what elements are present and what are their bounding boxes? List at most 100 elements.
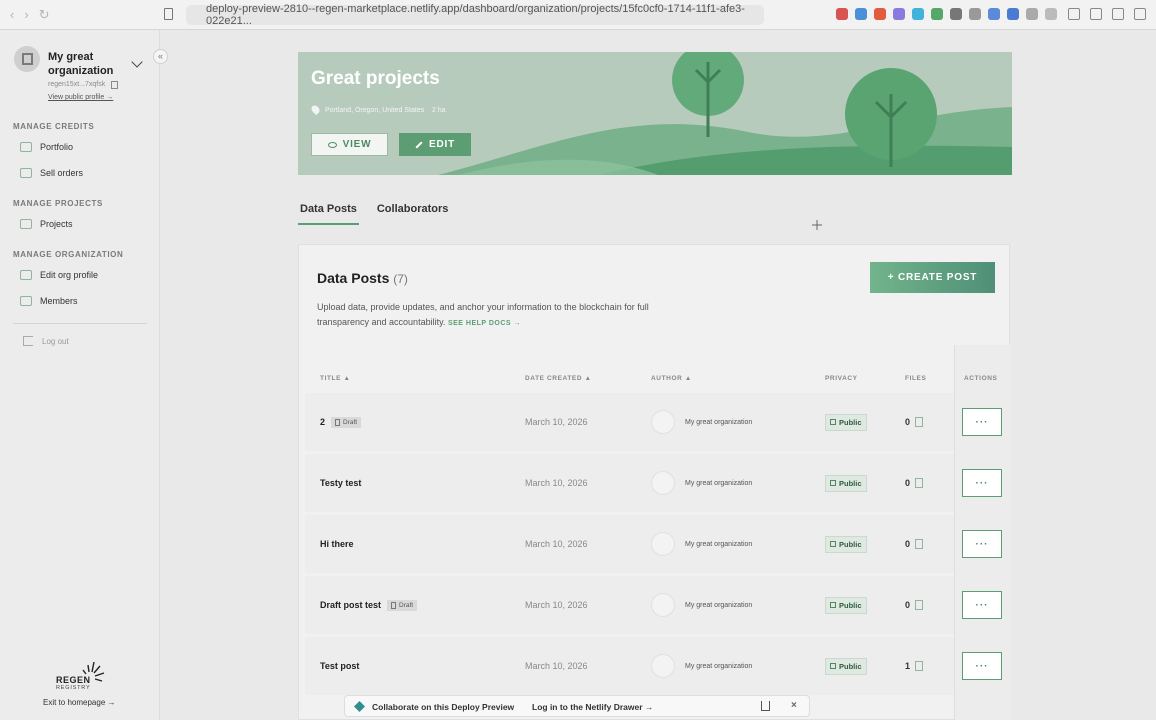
post-title[interactable]: Test post: [320, 637, 359, 695]
sidebar-item-members[interactable]: Members: [20, 296, 78, 306]
tab-collaborators[interactable]: Collaborators: [375, 200, 451, 225]
edit-project-button[interactable]: EDIT: [399, 133, 471, 156]
post-author: My great organization: [651, 637, 752, 695]
post-privacy: Public: [825, 637, 867, 695]
cart-icon: [20, 168, 32, 178]
sidebar-toggle-icon[interactable]: [1068, 8, 1080, 20]
section-manage-organization: MANAGE ORGANIZATION: [13, 250, 124, 259]
table-row[interactable]: Testy test March 10, 2026 My great organiz…: [305, 454, 954, 512]
post-count: (7): [393, 272, 408, 286]
view-public-profile-link[interactable]: View public profile →: [48, 94, 113, 101]
document-icon: [335, 418, 341, 426]
extension-icon[interactable]: [950, 8, 962, 20]
file-count: 0: [905, 478, 911, 488]
bookmark-icon[interactable]: [164, 8, 173, 20]
forward-icon[interactable]: ›: [24, 7, 28, 23]
sidebar-item-edit-org-profile[interactable]: Edit org profile: [20, 270, 98, 280]
post-files: 0: [905, 454, 924, 512]
extension-icon[interactable]: [1045, 8, 1057, 20]
edit-profile-icon: [20, 270, 32, 280]
public-badge: Public: [825, 535, 867, 553]
row-actions-button[interactable]: ···: [962, 408, 1002, 436]
column-header-label: AUTHOR: [651, 375, 683, 382]
post-title[interactable]: Testy test: [320, 454, 361, 512]
projects-icon: [20, 219, 32, 229]
post-files: 0: [905, 576, 924, 634]
sidebar-item-label: Members: [40, 296, 78, 306]
author-avatar: [651, 471, 675, 495]
extension-icon[interactable]: [836, 8, 848, 20]
author-name: My great organization: [685, 662, 753, 670]
close-icon[interactable]: ×: [791, 700, 797, 711]
copy-icon[interactable]: [111, 81, 118, 89]
download-icon[interactable]: [1090, 8, 1102, 20]
privacy-label: Public: [839, 600, 862, 610]
post-title-text: 2: [320, 417, 326, 427]
author-avatar: [651, 593, 675, 617]
share-icon[interactable]: [761, 701, 770, 711]
chevron-down-icon[interactable]: [131, 56, 143, 68]
sidebar-item-projects[interactable]: Projects: [20, 219, 73, 229]
extension-icon[interactable]: [893, 8, 905, 20]
column-header-title[interactable]: TITLE ▲: [320, 375, 351, 382]
view-label: VIEW: [342, 139, 372, 150]
row-actions-button[interactable]: ···: [962, 530, 1002, 558]
sidebar-item-sell-orders[interactable]: Sell orders: [20, 168, 83, 178]
post-title[interactable]: Draft post test Draft: [320, 576, 418, 634]
unlock-icon: [830, 663, 836, 669]
post-date: March 10, 2026: [525, 417, 588, 427]
file-count: 0: [905, 600, 911, 610]
extension-icon[interactable]: [874, 8, 886, 20]
row-actions-button[interactable]: ···: [962, 652, 1002, 680]
back-icon[interactable]: ‹: [10, 7, 14, 23]
extension-icon[interactable]: [988, 8, 1000, 20]
address-bar[interactable]: deploy-preview-2810--regen-marketplace.n…: [186, 3, 764, 27]
menu-icon[interactable]: [1134, 8, 1146, 20]
extension-icon[interactable]: [1026, 8, 1038, 20]
column-header-label: TITLE: [320, 375, 342, 382]
post-date: March 10, 2026: [525, 600, 588, 610]
column-header-author[interactable]: AUTHOR ▲: [651, 375, 692, 382]
tab-data-posts[interactable]: Data Posts: [298, 200, 359, 225]
collaborate-link[interactable]: Collaborate on this Deploy Preview: [372, 702, 514, 712]
panel-title-text: Data Posts: [317, 270, 390, 286]
post-author: My great organization: [651, 393, 752, 451]
browser-toolbar: ‹ › ↻ deploy-preview-2810--regen-marketp…: [0, 0, 1156, 30]
author-name: My great organization: [685, 418, 753, 426]
post-files: 0: [905, 393, 924, 451]
row-actions-button[interactable]: ···: [962, 591, 1002, 619]
extension-icon[interactable]: [855, 8, 867, 20]
org-avatar[interactable]: [14, 46, 40, 72]
row-actions-button[interactable]: ···: [962, 469, 1002, 497]
table-row[interactable]: 2 Draft March 10, 2026 My great organizatio…: [305, 393, 954, 451]
column-header-files: FILES: [905, 375, 927, 382]
exit-to-homepage-link[interactable]: Exit to homepage →: [43, 698, 115, 707]
help-docs-link[interactable]: SEE HELP DOCS →: [448, 320, 521, 327]
column-header-date[interactable]: DATE CREATED ▲: [525, 375, 592, 382]
logout-button[interactable]: Log out: [23, 336, 69, 346]
pencil-icon: [415, 140, 423, 149]
author-name: My great organization: [685, 540, 753, 548]
table-row[interactable]: Test post March 10, 2026 My great organiza…: [305, 637, 954, 695]
extension-icon[interactable]: [912, 8, 924, 20]
public-badge: Public: [825, 657, 867, 675]
area-text: 2 ha: [432, 107, 446, 114]
post-title[interactable]: 2 Draft: [320, 393, 362, 451]
shield-icon[interactable]: [1112, 8, 1124, 20]
table-row[interactable]: Draft post test Draft March 10, 2026 My gre…: [305, 576, 954, 634]
privacy-label: Public: [839, 539, 862, 549]
org-name[interactable]: My great organization: [48, 50, 128, 78]
table-row[interactable]: Hi there March 10, 2026 My great organizat…: [305, 515, 954, 573]
post-title[interactable]: Hi there: [320, 515, 354, 573]
create-post-button[interactable]: + CREATE POST: [870, 262, 995, 293]
extension-icon[interactable]: [969, 8, 981, 20]
netlify-login-link[interactable]: Log in to the Netlify Drawer →: [532, 702, 653, 712]
sidebar-item-portfolio[interactable]: Portfolio: [20, 142, 73, 152]
file-count: 0: [905, 539, 911, 549]
view-project-button[interactable]: VIEW: [311, 133, 388, 156]
reload-icon[interactable]: ↻: [39, 7, 50, 23]
extension-icon[interactable]: [1007, 8, 1019, 20]
extension-icon[interactable]: [931, 8, 943, 20]
collapse-sidebar-button[interactable]: «: [153, 49, 168, 64]
file-icon: [915, 478, 924, 488]
